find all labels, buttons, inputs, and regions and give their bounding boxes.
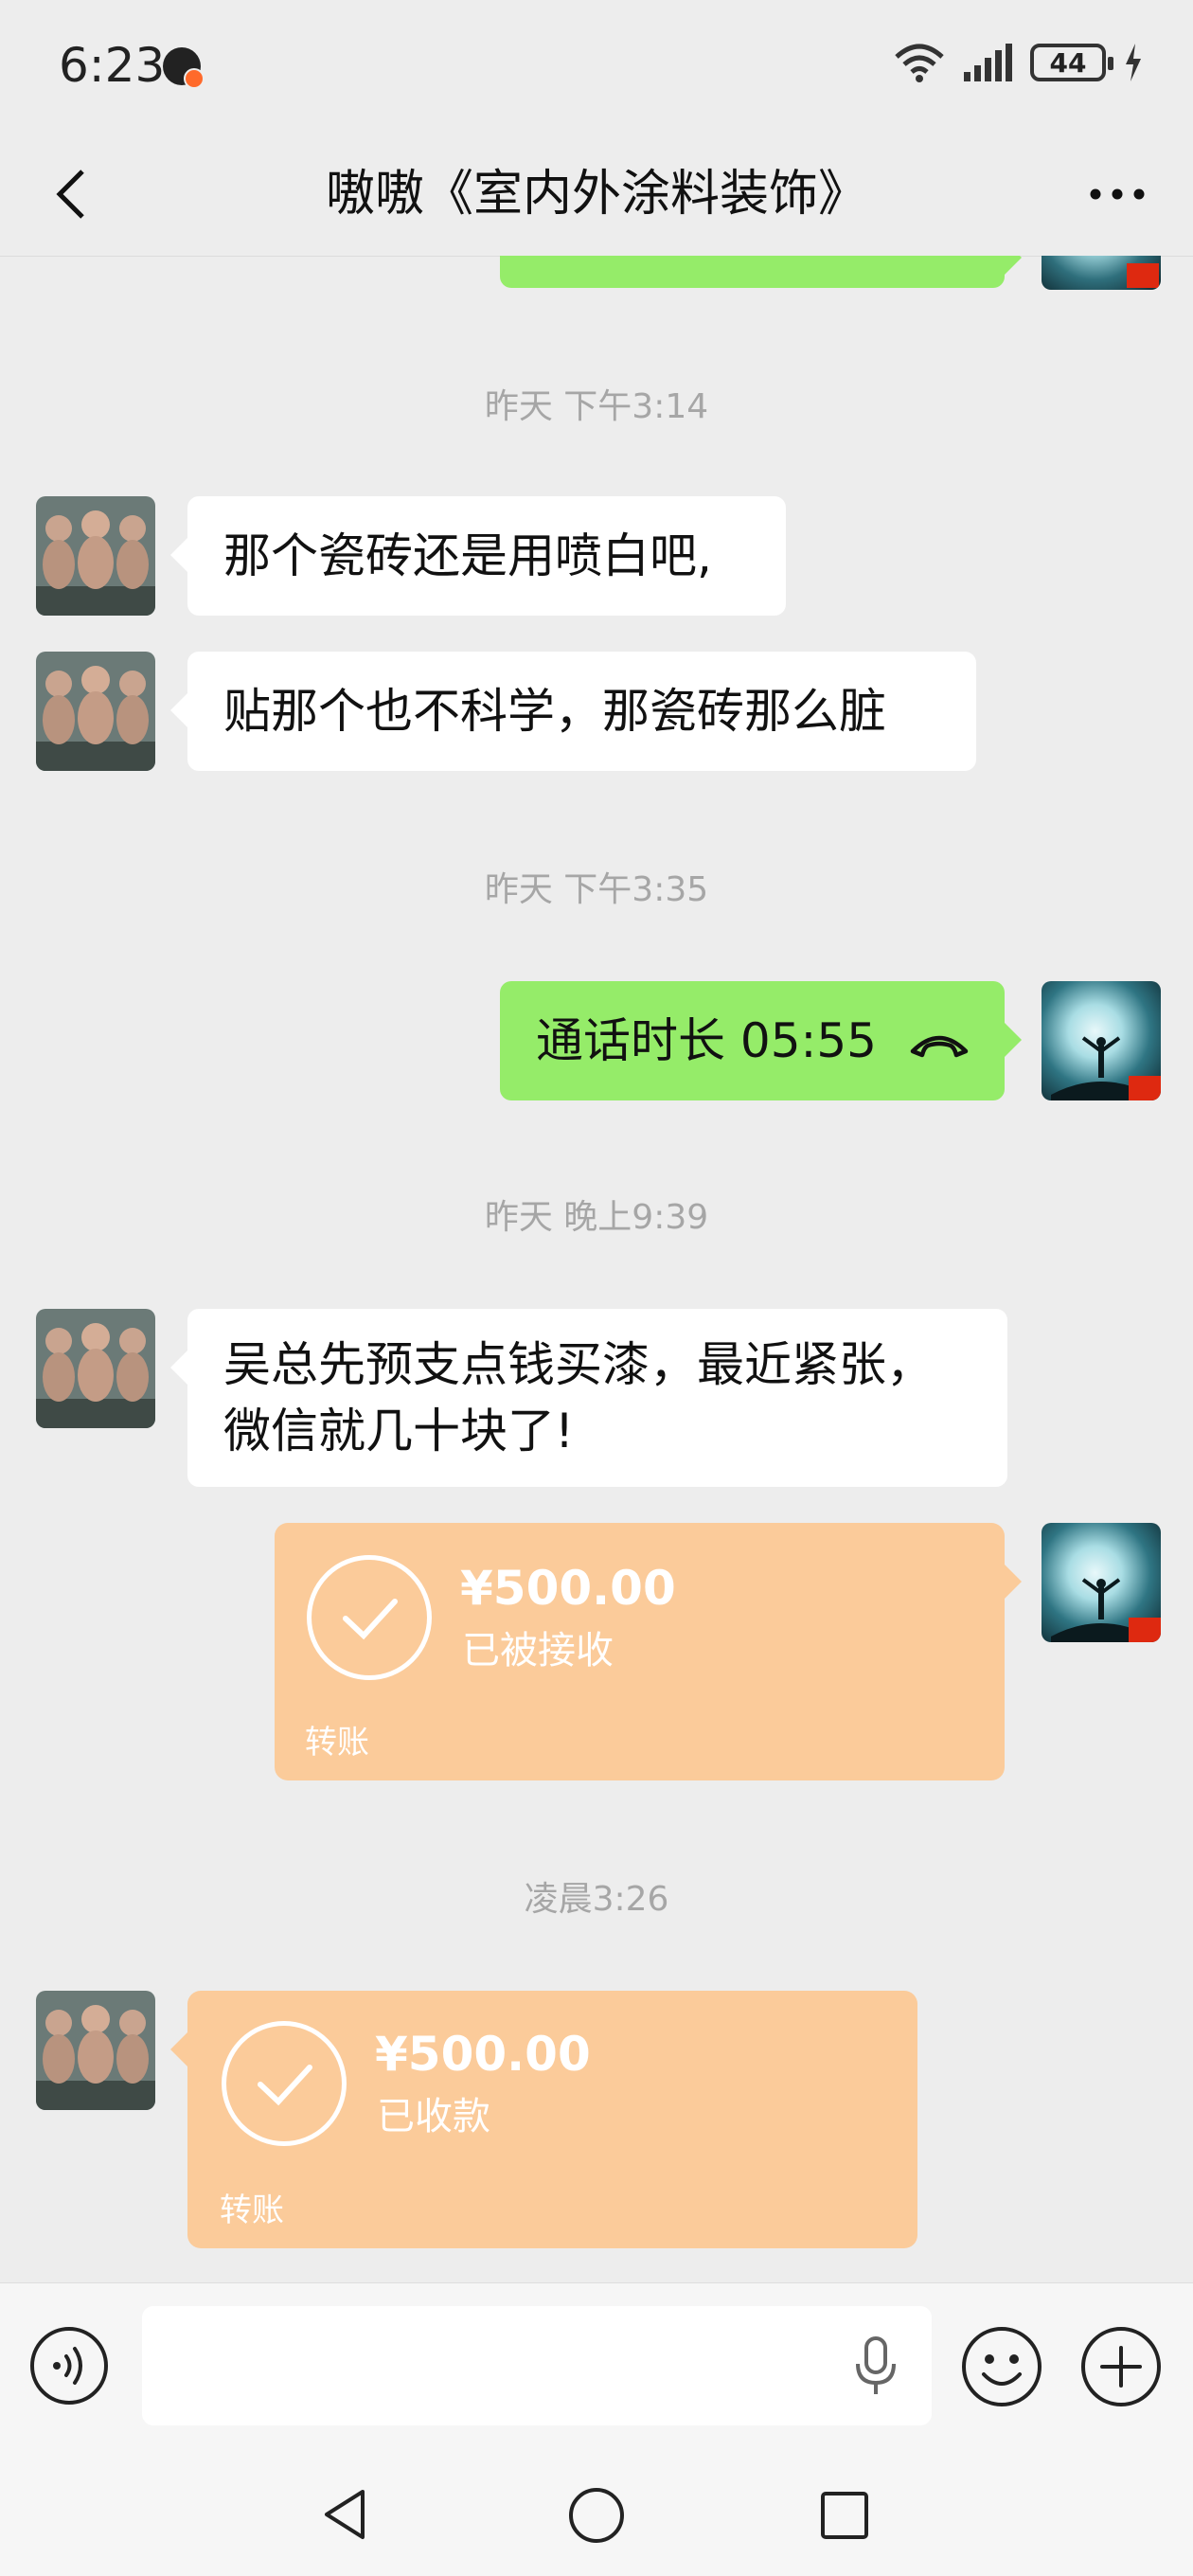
my-avatar-image: [1051, 1578, 1161, 1642]
nav-back-icon: [325, 2490, 365, 2539]
received-message-bubble[interactable]: 那个瓷砖还是用喷白吧,: [170, 496, 786, 616]
contact-avatar-image: [36, 496, 155, 616]
timestamp: 昨天 晚上9:39: [484, 1198, 709, 1237]
received-message-bubble[interactable]: 吴总先预支点钱买漆，最近紧张， 微信就几十块了!: [170, 1309, 1007, 1487]
nav-back-button[interactable]: [312, 2481, 379, 2548]
my-avatar[interactable]: [1042, 256, 1161, 290]
voice-input-icon: [30, 2327, 108, 2405]
contact-avatar[interactable]: [36, 1309, 155, 1428]
transfer-label: 转账: [305, 1724, 369, 1762]
back-arrow-icon: [56, 170, 84, 219]
emoji-button[interactable]: [960, 2325, 1043, 2408]
emoji-icon: [962, 2327, 1042, 2406]
charging-icon: [1126, 44, 1141, 81]
message-text-line: 吴总先预支点钱买漆，最近紧张，: [223, 1337, 934, 1392]
message-text: 那个瓷砖还是用喷白吧,: [223, 528, 712, 583]
transfer-check-circle: [222, 2021, 347, 2146]
status-icons: 44: [894, 42, 1144, 83]
status-time: 6:23: [59, 38, 166, 93]
voice-input-button[interactable]: [28, 2325, 110, 2406]
message-input[interactable]: [142, 2306, 932, 2425]
message-text-line: 微信就几十块了!: [223, 1404, 575, 1458]
microphone-icon: [856, 2336, 896, 2394]
phone-hangup-icon: [910, 1035, 969, 1057]
nav-home-button[interactable]: [562, 2481, 631, 2549]
microphone-button[interactable]: [843, 2331, 909, 2403]
status-bar: 6:23 44: [0, 0, 1193, 133]
received-message-bubble[interactable]: 贴那个也不科学，那瓷砖那么脏: [170, 652, 976, 771]
my-avatar-image: [1051, 1036, 1161, 1100]
system-navigation-bar: [0, 2453, 1193, 2576]
contact-avatar-image: [36, 1991, 155, 2110]
transfer-card-received[interactable]: ¥500.00 已收款 转账: [170, 1991, 917, 2248]
battery-icon: 44: [1030, 44, 1113, 81]
signal-icon: [964, 44, 1012, 81]
transfer-card-sent[interactable]: ¥500.00 已被接收 转账: [275, 1523, 1022, 1780]
timestamp: 昨天 下午3:35: [484, 870, 709, 909]
checkmark-icon: [343, 1599, 398, 1640]
previous-sent-bubble[interactable]: [500, 256, 1022, 288]
chat-header: 嗷嗷《室内外涂料装饰》: [0, 133, 1193, 257]
timestamp: 昨天 下午3:14: [484, 387, 709, 426]
chat-title: 嗷嗷《室内外涂料装饰》: [325, 166, 867, 223]
notification-avatar-icon: [163, 47, 205, 89]
nav-recents-icon: [821, 2492, 868, 2539]
more-dots-icon: [1090, 188, 1145, 200]
wifi-icon: [895, 44, 944, 82]
message-text: 贴那个也不科学，那瓷砖那么脏: [223, 684, 886, 739]
transfer-amount: ¥500.00: [375, 2027, 591, 2082]
transfer-amount: ¥500.00: [460, 1561, 676, 1616]
plus-button[interactable]: [1079, 2325, 1163, 2408]
chat-messages[interactable]: 昨天 下午3:14 那个瓷砖还是用喷白吧, 贴那个也不科学，那瓷砖那么脏 昨天 …: [0, 256, 1193, 2282]
call-duration-text: 通话时长 05:55: [536, 1013, 877, 1068]
transfer-status: 已被接收: [462, 1629, 614, 1673]
more-button[interactable]: [1079, 161, 1155, 227]
transfer-status: 已收款: [377, 2095, 490, 2138]
timestamp: 凌晨3:26: [524, 1880, 669, 1919]
nav-recents-button[interactable]: [810, 2481, 879, 2549]
contact-avatar-image: [36, 652, 155, 771]
contact-avatar[interactable]: [36, 1991, 155, 2110]
checkmark-icon: [258, 2065, 312, 2106]
contact-avatar-image: [36, 1309, 155, 1428]
call-record-bubble[interactable]: 通话时长 05:55: [500, 981, 1022, 1100]
input-bar: [0, 2282, 1193, 2454]
nav-home-icon: [569, 2488, 624, 2543]
contact-avatar[interactable]: [36, 652, 155, 771]
plus-icon: [1081, 2327, 1161, 2406]
transfer-label: 转账: [220, 2191, 284, 2229]
contact-avatar[interactable]: [36, 496, 155, 616]
my-avatar[interactable]: [1042, 981, 1161, 1100]
transfer-check-circle: [307, 1555, 432, 1680]
battery-level: 44: [1049, 46, 1087, 79]
back-button[interactable]: [38, 161, 104, 227]
my-avatar[interactable]: [1042, 1523, 1161, 1642]
